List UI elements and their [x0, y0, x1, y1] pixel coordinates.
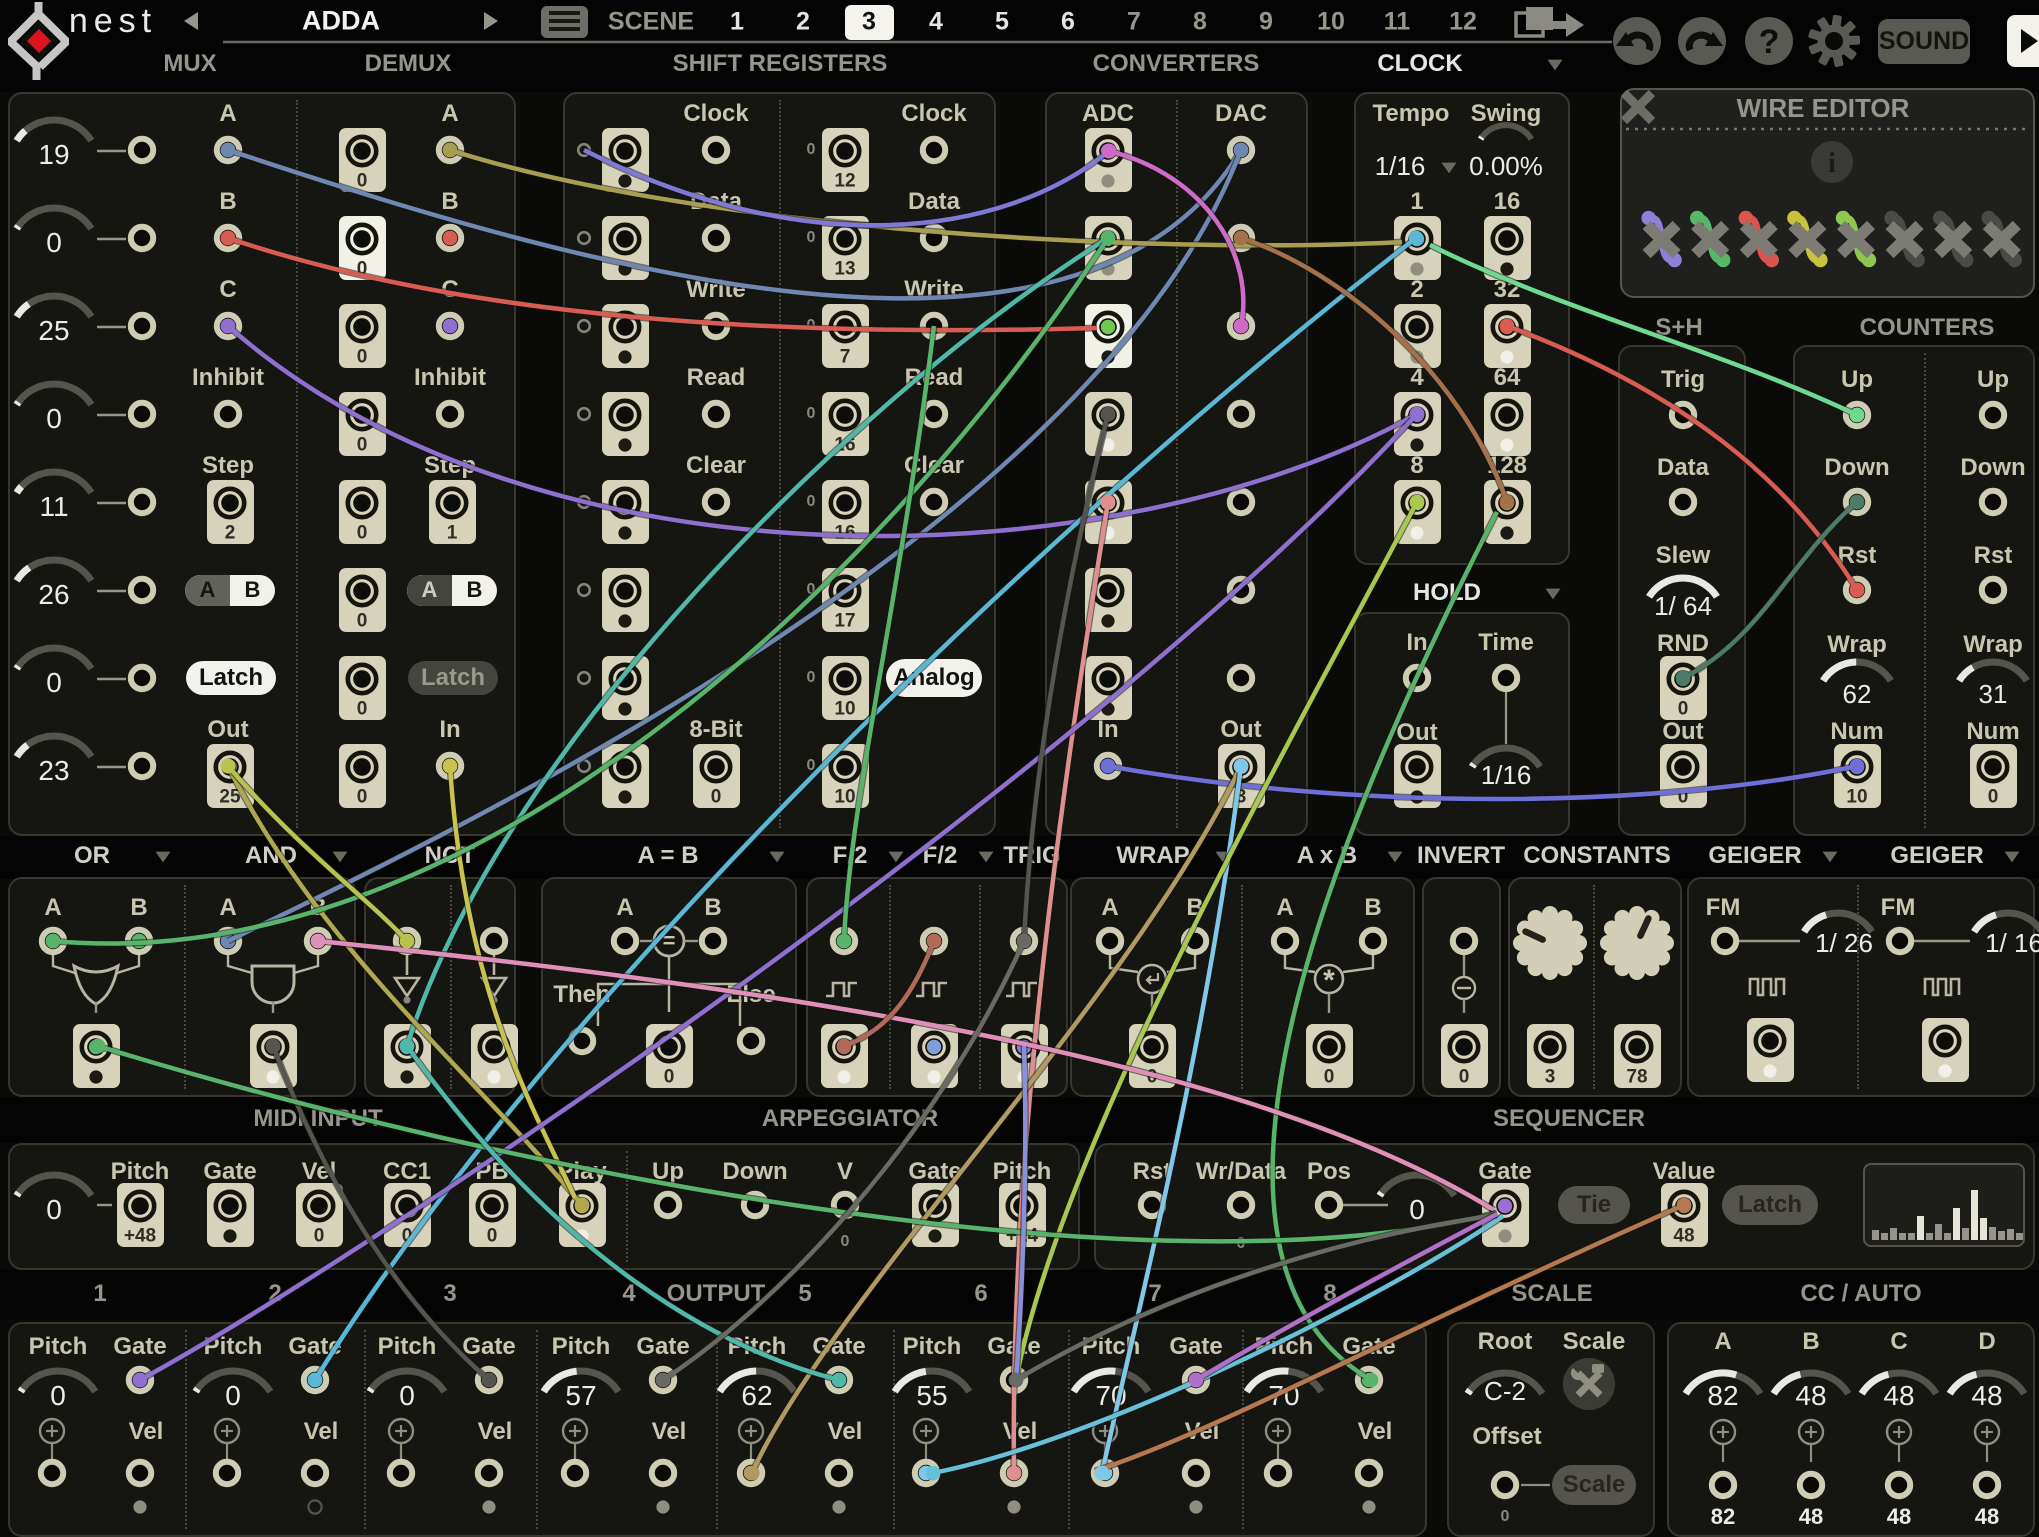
svg-text:?: ? — [1759, 23, 1780, 61]
svg-text:i: i — [1828, 148, 1836, 179]
